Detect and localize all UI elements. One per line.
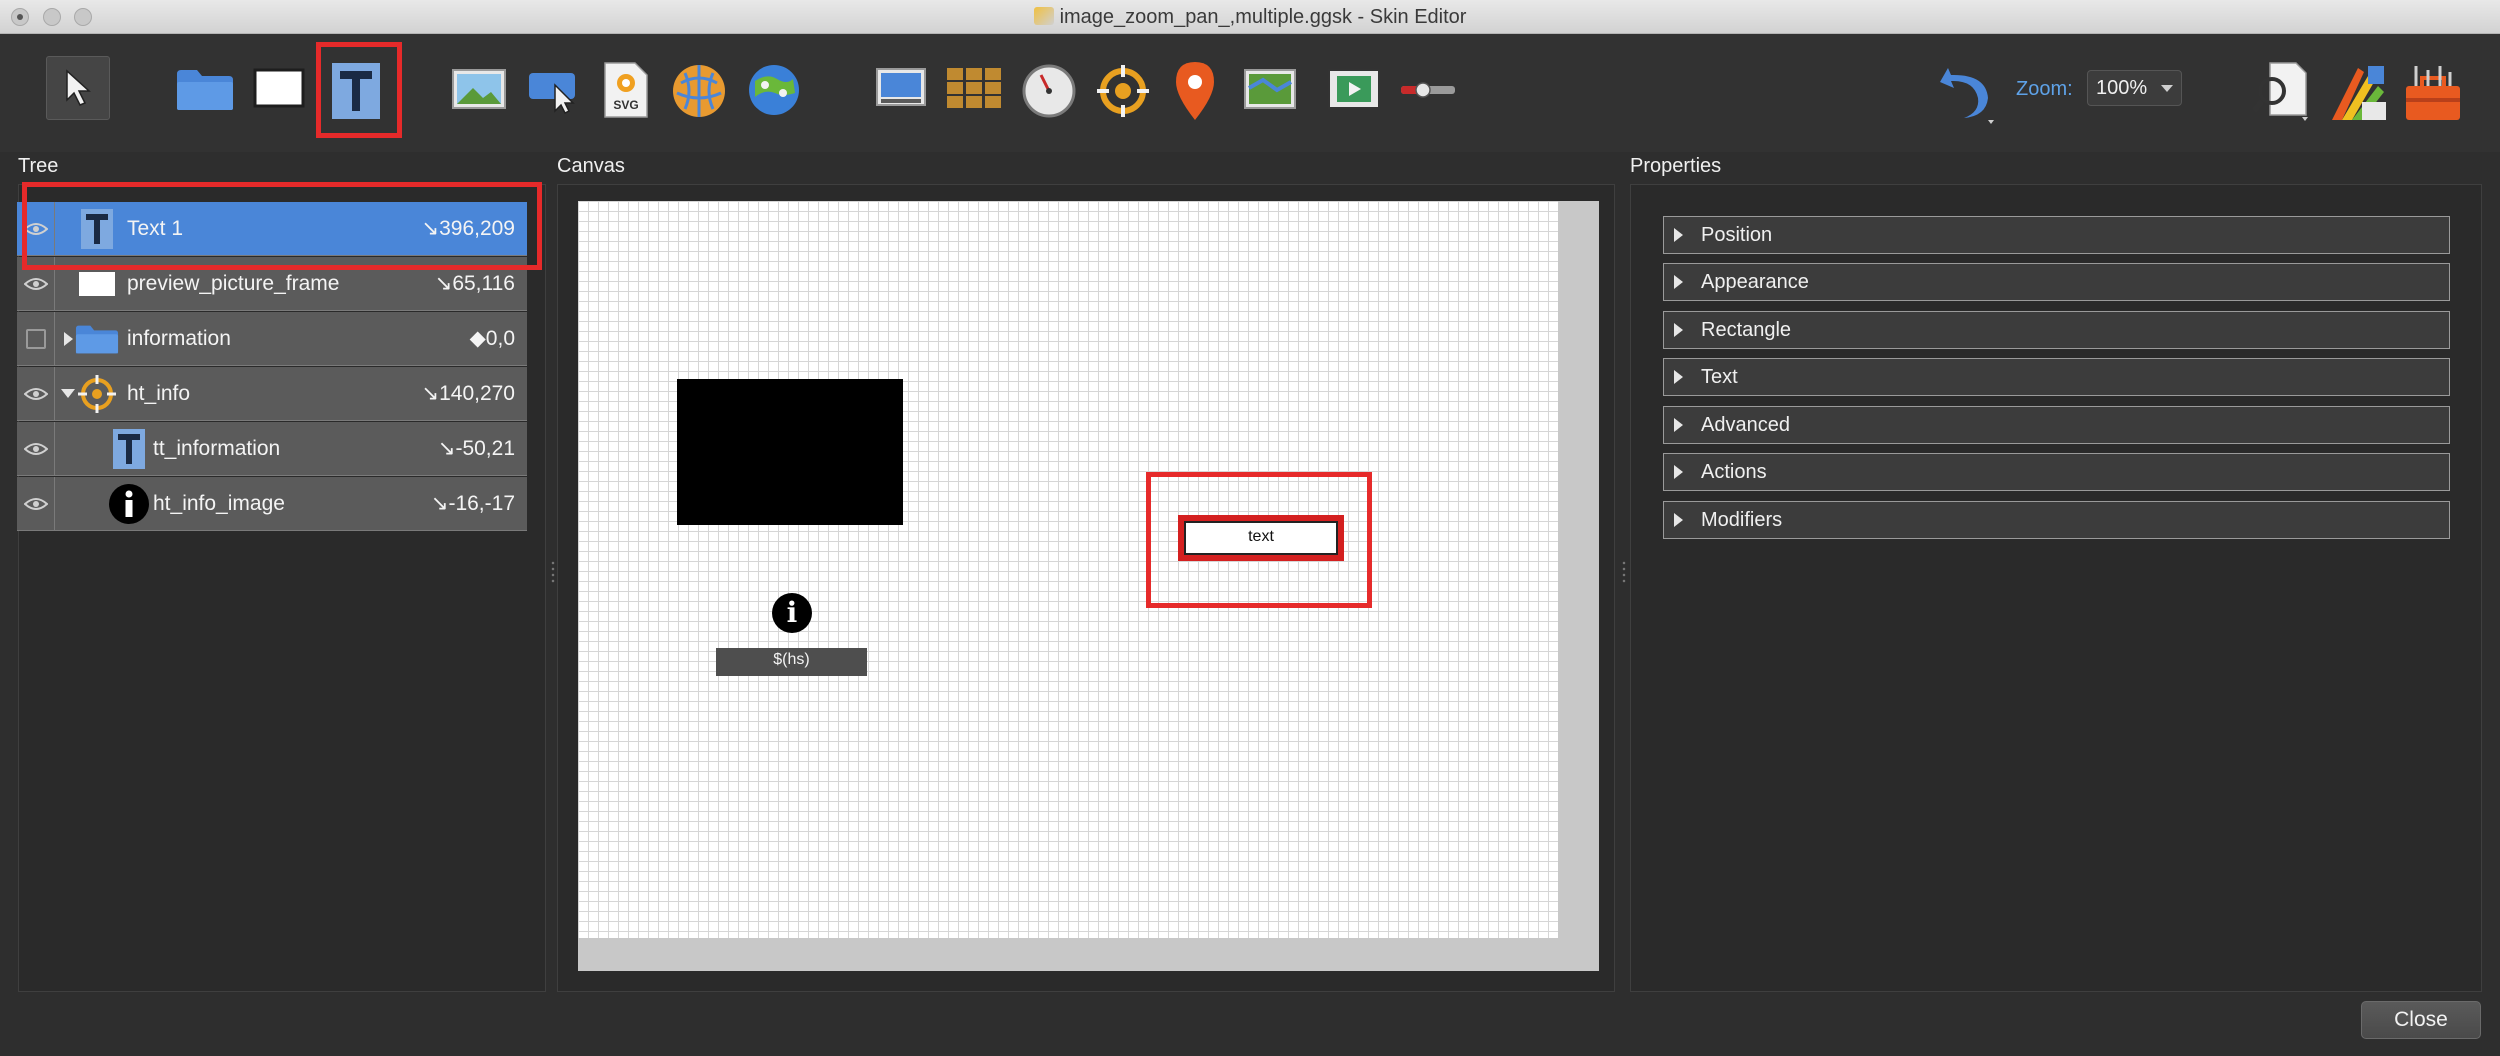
chevron-right-icon xyxy=(1674,418,1683,432)
hotspot-icon[interactable] xyxy=(1094,62,1152,120)
properties-panel xyxy=(1630,184,2482,992)
eye-icon xyxy=(23,497,48,510)
tree-row-information[interactable]: information ◆0,0 xyxy=(17,312,527,366)
tree-row-coord: ↘-50,21 xyxy=(437,437,515,460)
eye-icon xyxy=(23,387,48,400)
section-advanced[interactable]: Advanced xyxy=(1663,406,2450,444)
palette-icon[interactable] xyxy=(2326,60,2392,126)
hotspot-icon xyxy=(75,372,119,416)
tree-row-name: ht_info xyxy=(127,381,191,405)
splitter-handle[interactable] xyxy=(550,560,556,584)
eye-icon xyxy=(23,277,48,290)
tree-label: Tree xyxy=(18,155,59,177)
preview-picture-frame[interactable] xyxy=(677,379,903,525)
section-text[interactable]: Text xyxy=(1663,358,2450,396)
info-glyph: i xyxy=(786,596,798,629)
map-image-icon[interactable] xyxy=(1242,66,1298,112)
canvas-label: Canvas xyxy=(557,155,625,177)
slider-icon[interactable] xyxy=(1398,78,1458,102)
tree-row-name: ht_info_image xyxy=(153,491,285,515)
window-title: image_zoom_pan_,multiple.ggsk - Skin Edi… xyxy=(0,0,2500,34)
splitter-handle[interactable] xyxy=(1621,560,1627,584)
toolbox-icon[interactable] xyxy=(2400,60,2466,126)
tree-row-coord: ↘65,116 xyxy=(434,272,515,295)
tree-row-name: tt_information xyxy=(153,436,281,460)
tree-row-tt-information[interactable]: tt_information ↘-50,21 xyxy=(17,422,527,476)
video-icon[interactable] xyxy=(1326,66,1382,112)
section-rectangle[interactable]: Rectangle xyxy=(1663,311,2450,349)
svg-icon[interactable]: SVG xyxy=(602,60,650,120)
section-modifiers[interactable]: Modifiers xyxy=(1663,501,2450,539)
eye-icon xyxy=(23,442,48,455)
tt-information[interactable]: $(hs) xyxy=(716,648,867,676)
tree-row-coord: ↘140,270 xyxy=(421,382,515,405)
zoom-select[interactable]: 100% xyxy=(2087,70,2182,106)
visibility-toggle[interactable] xyxy=(17,422,55,475)
map-pin-icon[interactable] xyxy=(1172,58,1218,124)
tree-row-name: preview_picture_frame xyxy=(127,271,340,295)
screen-icon[interactable] xyxy=(874,66,928,112)
canvas-grid[interactable] xyxy=(578,201,1558,938)
section-appearance[interactable]: Appearance xyxy=(1663,263,2450,301)
chevron-down-icon xyxy=(2161,85,2173,92)
zoom-label: Zoom: xyxy=(2016,78,2073,100)
button-cursor-icon[interactable] xyxy=(526,66,582,116)
cloner-icon[interactable] xyxy=(944,64,1004,112)
rectangle-icon[interactable] xyxy=(250,62,308,114)
folder-icon xyxy=(75,317,119,361)
tree-row-coord: ↘-16,-17 xyxy=(430,492,515,515)
chevron-right-icon[interactable] xyxy=(61,331,75,346)
polygon-hotspot-icon[interactable] xyxy=(670,62,728,120)
chevron-right-icon xyxy=(1674,275,1683,289)
select-arrow-icon[interactable] xyxy=(46,56,110,120)
text-element-icon xyxy=(107,427,151,471)
svg-text:SVG: SVG xyxy=(613,98,638,112)
chevron-right-icon xyxy=(1674,465,1683,479)
map-icon[interactable] xyxy=(746,62,802,118)
tree-row-name: information xyxy=(127,326,231,350)
zoom-value: 100% xyxy=(2096,77,2148,99)
chevron-right-icon xyxy=(1674,228,1683,242)
tree-row-highlight xyxy=(22,182,542,270)
chevron-down-icon[interactable] xyxy=(61,389,75,398)
canvas-element-highlight xyxy=(1146,472,1372,608)
section-actions[interactable]: Actions xyxy=(1663,453,2450,491)
tree-row-coord: ◆0,0 xyxy=(469,327,515,350)
visibility-checkbox[interactable] xyxy=(25,328,46,349)
chevron-right-icon xyxy=(1674,513,1683,527)
folder-icon[interactable] xyxy=(174,62,236,116)
properties-label: Properties xyxy=(1630,155,1722,177)
selected-tool-highlight xyxy=(316,42,402,138)
visibility-toggle[interactable] xyxy=(17,367,55,420)
chevron-right-icon xyxy=(1674,370,1683,384)
tree-row-ht-info[interactable]: ht_info ↘140,270 xyxy=(17,367,527,421)
search-icon[interactable] xyxy=(2250,60,2314,124)
timer-icon[interactable] xyxy=(1020,62,1078,120)
info-icon xyxy=(107,482,151,526)
ht-info-image[interactable]: i xyxy=(772,593,812,633)
image-icon[interactable] xyxy=(450,66,508,112)
visibility-toggle[interactable] xyxy=(17,312,55,365)
tree-row-ht-info-image[interactable]: ht_info_image ↘-16,-17 xyxy=(17,477,527,531)
title-bar: image_zoom_pan_,multiple.ggsk - Skin Edi… xyxy=(0,0,2500,34)
close-button[interactable]: Close xyxy=(2361,1001,2481,1039)
visibility-toggle[interactable] xyxy=(17,477,55,530)
chevron-right-icon xyxy=(1674,323,1683,337)
undo-icon[interactable] xyxy=(1932,58,2002,128)
toolbar: SVG Zoom: 100% xyxy=(0,34,2500,152)
section-position[interactable]: Position xyxy=(1663,216,2450,254)
document-icon xyxy=(1033,7,1054,25)
